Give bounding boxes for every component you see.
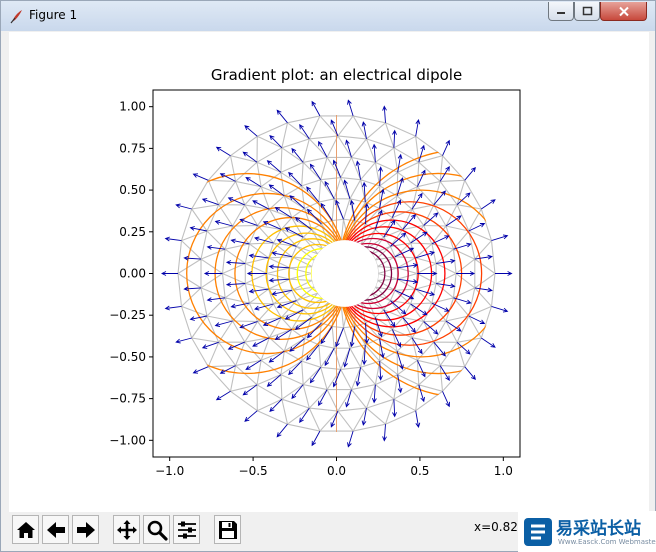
x-tick-label: 0.5 [410,464,429,478]
home-button[interactable] [12,515,39,544]
title-bar[interactable]: Figure 1 [1,1,655,31]
site-logo-icon [524,518,552,546]
x-tick-label: −0.5 [239,464,268,478]
pan-button[interactable] [113,515,140,544]
y-tick-label: −0.75 [109,392,146,406]
y-tick-label: −0.50 [109,350,146,364]
x-tick-label: 1.0 [494,464,513,478]
y-tick-label: −1.00 [109,433,146,447]
y-tick-label: −0.25 [109,308,146,322]
x-axis-ticks: −1.0 −0.5 0.0 0.5 1.0 [155,457,513,478]
minimize-button[interactable] [548,2,574,21]
floppy-disk-icon [218,520,237,539]
move-icon [116,519,137,540]
y-tick-label: 0.25 [119,225,146,239]
maximize-icon [582,6,592,16]
y-tick-label: 0.00 [119,267,146,281]
plot-svg: −1.0 −0.5 0.0 0.5 1.0 1.00 0.75 0.50 0.25 0.00 −0… [109,66,521,478]
maximize-button[interactable] [574,2,600,21]
home-icon [16,521,35,538]
y-tick-label: 0.50 [119,183,146,197]
x-tick-label: −1.0 [155,464,184,478]
y-tick-label: 0.75 [119,141,146,155]
sliders-icon [177,521,196,538]
figure-canvas[interactable]: −1.0 −0.5 0.0 0.5 1.0 1.00 0.75 0.50 0.25 0.00 −0… [9,32,649,512]
back-button[interactable] [42,515,69,544]
arrow-right-icon [76,521,95,538]
forward-button[interactable] [72,515,99,544]
inner-hole [311,240,379,307]
window-title: Figure 1 [29,8,78,22]
watermark: 易采站长站 Www.Easck.Com Webmaster [518,511,656,552]
x-tick-label: 0.0 [327,464,346,478]
y-axis-ticks: 1.00 0.75 0.50 0.25 0.00 −0.25 −0.50 −0.75 −1.00 [109,100,153,447]
magnifier-icon [147,520,168,541]
watermark-text: 易采站长站 [556,519,641,539]
configure-subplots-button[interactable] [173,515,200,544]
tk-feather-icon [10,10,22,24]
y-tick-label: 1.00 [119,100,146,114]
zoom-button[interactable] [143,515,170,544]
watermark-subtext: Www.Easck.Com Webmaster [558,538,656,546]
chart-title: Gradient plot: an electrical dipole [211,66,462,84]
arrow-left-icon [46,521,65,538]
close-button[interactable] [600,2,647,21]
save-button[interactable] [214,515,241,544]
close-icon [618,6,629,16]
minimize-icon [557,12,565,14]
figure-window: Figure 1 −1.0 −0.5 0.0 0.5 1.0 1.00 0.75 0.50 0… [0,0,656,552]
